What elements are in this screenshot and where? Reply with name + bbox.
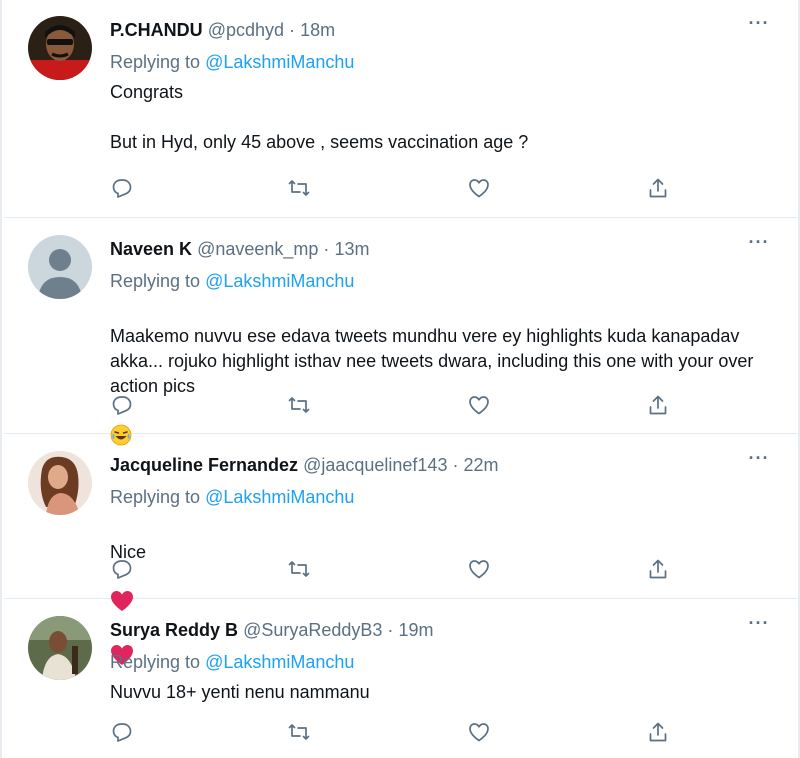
display-name[interactable]: Naveen K [110,239,192,259]
mention-link[interactable]: @LakshmiManchu [205,52,354,72]
tweet-text-content: Maakemo nuvvu ese edava tweets mundhu ve… [110,326,754,396]
reply-tweet[interactable]: Naveen K @naveenk_mp · 13m ··· Replying … [4,219,800,446]
more-icon[interactable]: ··· [748,233,770,257]
share-icon[interactable] [646,176,670,200]
action-bar [110,557,690,583]
like-icon[interactable] [467,557,491,581]
retweet-icon[interactable] [287,557,311,581]
reply-icon[interactable] [110,393,134,417]
reply-tweet[interactable]: Surya Reddy B @SuryaReddyB3 · 19m ··· Re… [4,600,800,758]
tweet-header: Jacqueline Fernandez @jaacquelinef143 · … [110,453,499,477]
retweet-icon[interactable] [287,720,311,744]
share-icon[interactable] [646,720,670,744]
user-handle[interactable]: @naveenk_mp [197,239,318,259]
avatar[interactable] [28,235,92,299]
user-handle[interactable]: @SuryaReddyB3 [243,620,382,640]
mention-link[interactable]: @LakshmiManchu [205,652,354,672]
timestamp[interactable]: 19m [398,620,433,640]
reply-icon[interactable] [110,176,134,200]
action-bar [110,176,690,202]
retweet-icon[interactable] [287,393,311,417]
replying-to: Replying to @LakshmiManchu [110,269,354,293]
timestamp[interactable]: 22m [464,455,499,475]
separator: · [452,455,459,475]
tweet-header: P.CHANDU @pcdhyd · 18m [110,18,335,42]
like-icon[interactable] [467,393,491,417]
display-name[interactable]: Surya Reddy B [110,620,238,640]
reply-icon[interactable] [110,720,134,744]
reply-tweet[interactable]: P.CHANDU @pcdhyd · 18m ··· Replying to @… [4,0,800,218]
separator: · [323,239,330,259]
like-icon[interactable] [467,176,491,200]
more-icon[interactable]: ··· [748,449,770,473]
replying-label: Replying to [110,652,201,672]
share-icon[interactable] [646,393,670,417]
action-bar [110,720,690,746]
mention-link[interactable]: @LakshmiManchu [205,271,354,291]
replying-label: Replying to [110,52,201,72]
action-bar [110,393,690,419]
replying-to: Replying to @LakshmiManchu [110,485,354,509]
display-name[interactable]: P.CHANDU [110,20,203,40]
replying-label: Replying to [110,271,201,291]
reply-tweet[interactable]: Jacqueline Fernandez @jaacquelinef143 · … [4,435,800,665]
share-icon[interactable] [646,557,670,581]
avatar[interactable] [28,16,92,80]
reply-icon[interactable] [110,557,134,581]
more-icon[interactable]: ··· [748,14,770,38]
replying-to: Replying to @LakshmiManchu [110,650,354,674]
like-icon[interactable] [467,720,491,744]
mention-link[interactable]: @LakshmiManchu [205,487,354,507]
display-name[interactable]: Jacqueline Fernandez [110,455,298,475]
timestamp[interactable]: 18m [300,20,335,40]
avatar[interactable] [28,451,92,515]
more-icon[interactable]: ··· [748,614,770,638]
separator: · [289,20,296,40]
retweet-icon[interactable] [287,176,311,200]
user-handle[interactable]: @pcdhyd [208,20,284,40]
user-handle[interactable]: @jaacquelinef143 [303,455,447,475]
tweet-text: Congrats But in Hyd, only 45 above , see… [110,82,529,152]
replying-to: Replying to @LakshmiManchu [110,50,354,74]
timestamp[interactable]: 13m [334,239,369,259]
tweet-header: Surya Reddy B @SuryaReddyB3 · 19m [110,618,433,642]
avatar[interactable] [28,616,92,680]
separator: · [387,620,394,640]
tweet-text: Nuvvu 18+ yenti nenu nammanu [110,682,370,702]
tweet-text: Maakemo nuvvu ese edava tweets mundhu ve… [110,299,770,453]
tweet-header: Naveen K @naveenk_mp · 13m [110,237,369,261]
timeline: P.CHANDU @pcdhyd · 18m ··· Replying to @… [0,0,800,758]
replying-label: Replying to [110,487,201,507]
